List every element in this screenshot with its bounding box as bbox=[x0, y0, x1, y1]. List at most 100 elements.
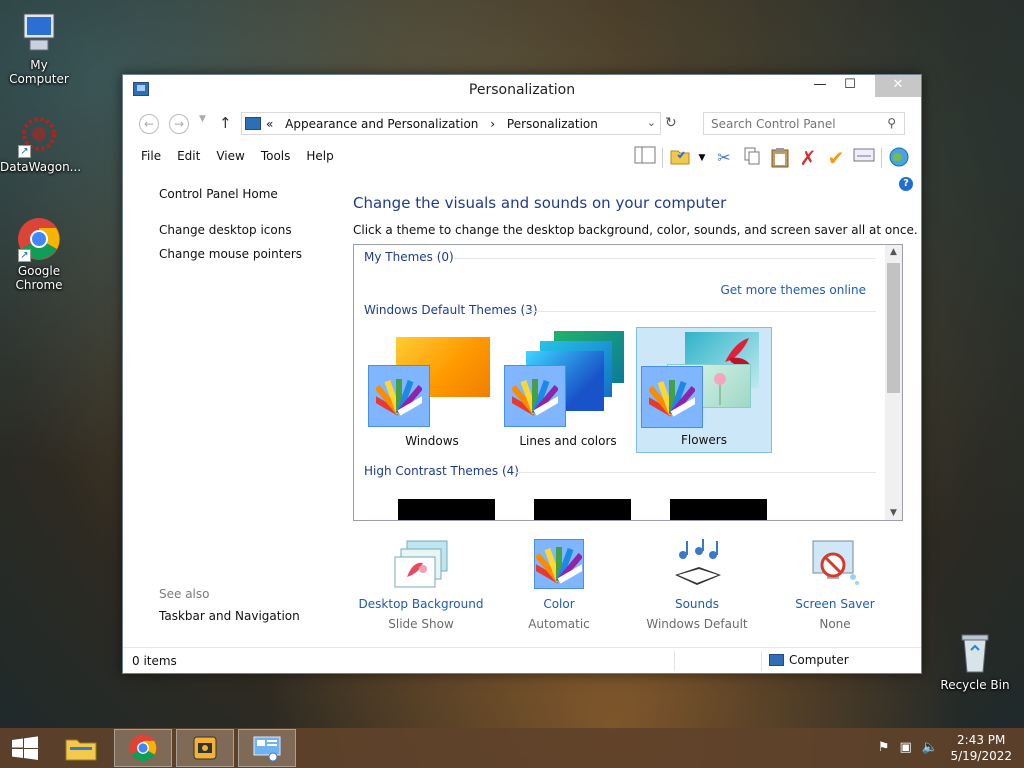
theme-high-contrast-2[interactable] bbox=[534, 499, 631, 520]
theme-windows[interactable]: Windows bbox=[364, 327, 500, 453]
taskbar-media-app[interactable] bbox=[176, 729, 234, 767]
clock[interactable]: 2:43 PM 5/19/2022 bbox=[950, 732, 1012, 764]
theme-name: Flowers bbox=[681, 433, 727, 447]
taskbar-file-explorer[interactable] bbox=[52, 729, 110, 767]
datawagon-icon: ↗ bbox=[16, 112, 62, 158]
status-location: Computer bbox=[769, 653, 849, 667]
forward-button[interactable]: → bbox=[169, 114, 189, 134]
vertical-scrollbar[interactable]: ▲ ▼ bbox=[885, 245, 902, 520]
chevron-down-icon[interactable]: ⌄ bbox=[647, 116, 656, 129]
group-windows-default-themes[interactable]: Windows Default Themes (3) bbox=[364, 303, 538, 317]
setting-sounds[interactable]: Sounds Windows Default bbox=[627, 537, 767, 631]
status-location-label: Computer bbox=[789, 653, 849, 667]
scroll-down-icon[interactable]: ▼ bbox=[885, 508, 902, 518]
link-control-panel-home[interactable]: Control Panel Home bbox=[159, 187, 329, 201]
breadcrumb-separator[interactable]: › bbox=[490, 117, 495, 131]
properties-icon[interactable] bbox=[850, 146, 878, 170]
toolbar: ▼ ✂ ✗ ✔ bbox=[631, 145, 913, 171]
action-center-flag-icon[interactable]: ⚑ bbox=[878, 740, 890, 755]
delete-icon[interactable]: ✗ bbox=[794, 146, 822, 170]
globe-icon[interactable] bbox=[885, 146, 913, 170]
folder-options-icon[interactable] bbox=[666, 146, 694, 170]
address-bar[interactable]: « Appearance and Personalization › Perso… bbox=[241, 112, 661, 135]
taskbar: ⚑ ▣ 🔈 2:43 PM 5/19/2022 bbox=[0, 728, 1024, 768]
divider bbox=[514, 472, 876, 473]
cut-icon[interactable]: ✂ bbox=[710, 146, 738, 170]
clock-date: 5/19/2022 bbox=[950, 749, 1012, 763]
computer-icon bbox=[16, 10, 62, 56]
shortcut-arrow-icon: ↗ bbox=[18, 249, 31, 262]
control-panel-icon bbox=[245, 117, 261, 130]
theme-high-contrast-3[interactable] bbox=[670, 499, 767, 520]
setting-color[interactable]: Color Automatic bbox=[489, 537, 629, 631]
link-taskbar-navigation[interactable]: Taskbar and Navigation bbox=[159, 609, 300, 623]
menu-view[interactable]: View bbox=[208, 145, 252, 171]
theme-flowers[interactable]: Flowers bbox=[636, 327, 772, 453]
setting-desktop-background[interactable]: Desktop Background Slide Show bbox=[351, 537, 491, 631]
setting-label[interactable]: Color bbox=[489, 597, 629, 611]
taskbar-control-panel[interactable] bbox=[238, 729, 296, 767]
color-palette-icon bbox=[531, 537, 587, 591]
group-high-contrast-themes[interactable]: High Contrast Themes (4) bbox=[364, 464, 519, 478]
breadcrumb-appearance[interactable]: Appearance and Personalization bbox=[285, 117, 478, 131]
taskbar-chrome[interactable] bbox=[114, 729, 172, 767]
start-button[interactable] bbox=[10, 736, 40, 760]
copy-icon[interactable] bbox=[738, 146, 766, 170]
volume-muted-icon[interactable]: 🔈 bbox=[922, 740, 938, 755]
theme-name: Windows bbox=[405, 434, 459, 448]
search-box[interactable]: ⚲ bbox=[703, 112, 905, 135]
system-tray: ⚑ ▣ 🔈 bbox=[878, 740, 938, 755]
desktop-icon-label: Google Chrome bbox=[15, 264, 63, 292]
menu-tools[interactable]: Tools bbox=[253, 145, 299, 171]
setting-screen-saver[interactable]: Screen Saver None bbox=[765, 537, 905, 631]
paste-icon[interactable] bbox=[766, 146, 794, 170]
status-bar: 0 items Computer bbox=[123, 647, 921, 673]
color-palette-icon bbox=[504, 365, 566, 427]
desktop-icon-recycle-bin[interactable]: Recycle Bin bbox=[936, 630, 1014, 692]
menu-file[interactable]: File bbox=[133, 145, 169, 171]
checkmark-icon[interactable]: ✔ bbox=[822, 146, 850, 170]
search-input[interactable] bbox=[704, 113, 874, 134]
desktop-icon-google-chrome[interactable]: ↗ Google Chrome bbox=[0, 216, 78, 292]
left-pane: Control Panel Home Change desktop icons … bbox=[159, 187, 329, 271]
folder-icon bbox=[65, 739, 97, 761]
breadcrumb-overflow[interactable]: « bbox=[266, 117, 273, 131]
personalization-window: Personalization — ☐ ✕ ← → ▼ ↑ « Appearan… bbox=[122, 74, 922, 674]
minimize-button[interactable]: — bbox=[805, 75, 835, 97]
chrome-icon: ↗ bbox=[16, 216, 62, 262]
recent-pages-dropdown[interactable]: ▼ bbox=[199, 114, 206, 124]
setting-value: Slide Show bbox=[388, 617, 454, 631]
search-icon[interactable]: ⚲ bbox=[887, 116, 896, 130]
group-my-themes[interactable]: My Themes (0) bbox=[364, 250, 454, 264]
title-bar[interactable]: Personalization — ☐ ✕ bbox=[123, 75, 921, 107]
link-change-mouse-pointers[interactable]: Change mouse pointers bbox=[159, 247, 329, 261]
sounds-icon bbox=[669, 537, 725, 591]
link-change-desktop-icons[interactable]: Change desktop icons bbox=[159, 223, 329, 237]
breadcrumb: « Appearance and Personalization › Perso… bbox=[266, 117, 606, 131]
setting-value: Automatic bbox=[528, 617, 590, 631]
setting-label[interactable]: Desktop Background bbox=[351, 597, 491, 611]
scrollbar-thumb[interactable] bbox=[887, 263, 900, 393]
refresh-icon[interactable]: ↻ bbox=[665, 115, 677, 131]
setting-label[interactable]: Sounds bbox=[627, 597, 767, 611]
back-button[interactable]: ← bbox=[139, 114, 159, 134]
chevron-down-icon[interactable]: ▼ bbox=[694, 146, 710, 170]
desktop-icon-datawagon[interactable]: ↗ DataWagon... bbox=[0, 112, 81, 174]
scroll-up-icon[interactable]: ▲ bbox=[885, 247, 902, 257]
menu-edit[interactable]: Edit bbox=[169, 145, 208, 171]
maximize-button[interactable]: ☐ bbox=[835, 75, 865, 97]
link-get-more-themes[interactable]: Get more themes online bbox=[720, 283, 866, 297]
close-button[interactable]: ✕ bbox=[875, 75, 921, 97]
theme-high-contrast-1[interactable] bbox=[398, 499, 495, 520]
theme-lines-and-colors[interactable]: Lines and colors bbox=[500, 327, 636, 453]
desktop-icon-my-computer[interactable]: My Computer bbox=[0, 10, 78, 86]
computer-icon bbox=[769, 654, 784, 666]
network-icon[interactable]: ▣ bbox=[900, 740, 912, 755]
help-icon[interactable]: ? bbox=[899, 177, 913, 191]
recycle-bin-icon bbox=[952, 630, 998, 676]
menu-help[interactable]: Help bbox=[298, 145, 341, 171]
setting-label[interactable]: Screen Saver bbox=[765, 597, 905, 611]
breadcrumb-personalization[interactable]: Personalization bbox=[507, 117, 598, 131]
up-button[interactable]: ↑ bbox=[219, 114, 232, 132]
layout-pane-icon[interactable] bbox=[631, 146, 659, 170]
